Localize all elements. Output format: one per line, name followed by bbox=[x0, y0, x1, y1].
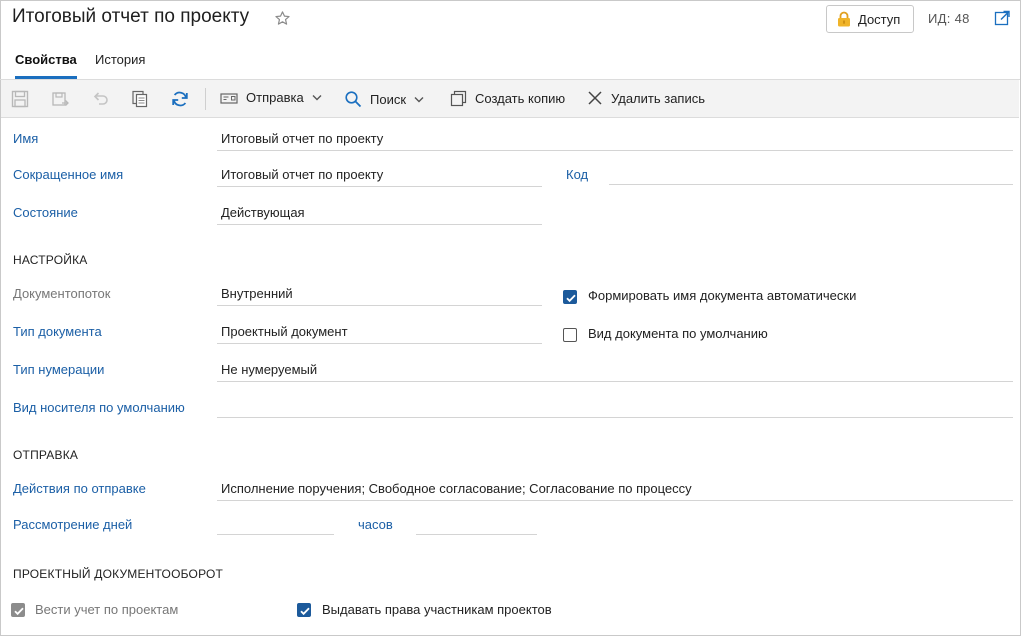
check-icon bbox=[566, 294, 576, 303]
tab-history[interactable]: История bbox=[95, 52, 145, 76]
star-icon[interactable] bbox=[274, 10, 291, 27]
search-menu-label: Поиск bbox=[370, 91, 407, 107]
default-kind-checkbox[interactable] bbox=[563, 328, 577, 342]
review-days-label: Рассмотрение дней bbox=[13, 517, 133, 532]
access-button-label: Доступ bbox=[858, 11, 901, 27]
auto-name-label: Формировать имя документа автоматически bbox=[588, 288, 857, 303]
grant-rights-checkbox[interactable] bbox=[297, 603, 311, 617]
access-button[interactable]: Доступ bbox=[826, 5, 914, 33]
tab-bar: Свойства История bbox=[0, 46, 1020, 80]
undo-icon[interactable] bbox=[90, 89, 110, 109]
create-copy-label: Создать копию bbox=[475, 91, 566, 106]
flow-field[interactable]: Внутренний bbox=[217, 286, 542, 306]
record-id: ИД: 48 bbox=[928, 11, 970, 26]
flow-label: Документопоток bbox=[13, 286, 111, 301]
actions-label: Действия по отправке bbox=[13, 481, 146, 496]
short-name-label: Сокращенное имя bbox=[13, 167, 124, 182]
numbering-field[interactable]: Не нумеруемый bbox=[217, 362, 1013, 382]
send-icon bbox=[220, 92, 238, 104]
default-kind-label: Вид документа по умолчанию bbox=[588, 326, 768, 341]
state-field[interactable]: Действующая bbox=[217, 205, 542, 225]
copy-icon[interactable] bbox=[130, 89, 150, 109]
actions-field[interactable]: Исполнение поручения; Свободное согласов… bbox=[217, 481, 1013, 501]
save-and-close-icon[interactable] bbox=[50, 89, 70, 109]
close-icon bbox=[588, 91, 602, 105]
create-copy-button[interactable]: Создать копию bbox=[450, 90, 565, 107]
hours-label: часов bbox=[358, 517, 393, 532]
chevron-down-icon bbox=[312, 95, 322, 101]
duplicate-icon bbox=[450, 90, 467, 107]
lock-icon bbox=[838, 11, 850, 27]
sending-heading: ОТПРАВКА bbox=[13, 448, 79, 462]
medium-label: Вид носителя по умолчанию bbox=[13, 400, 185, 415]
track-projects-label: Вести учет по проектам bbox=[35, 602, 179, 617]
check-icon bbox=[14, 607, 24, 616]
name-field[interactable]: Итоговый отчет по проекту bbox=[217, 131, 1013, 151]
check-icon bbox=[300, 607, 310, 616]
auto-name-checkbox[interactable] bbox=[563, 290, 577, 304]
search-menu-button[interactable]: Поиск bbox=[344, 90, 424, 108]
page-title: Итоговый отчет по проекту bbox=[12, 6, 250, 27]
review-days-field[interactable] bbox=[217, 515, 334, 535]
grant-rights-label: Выдавать права участникам проектов bbox=[322, 602, 552, 617]
numbering-label: Тип нумерации bbox=[13, 362, 105, 377]
short-name-field[interactable]: Итоговый отчет по проекту bbox=[217, 167, 542, 187]
project-flow-heading: ПРОЕКТНЫЙ ДОКУМЕНТООБОРОТ bbox=[13, 567, 224, 581]
code-field[interactable] bbox=[609, 165, 1013, 185]
hours-field[interactable] bbox=[416, 515, 537, 535]
doc-type-field[interactable]: Проектный документ bbox=[217, 324, 542, 344]
open-external-icon[interactable] bbox=[994, 10, 1010, 26]
track-projects-checkbox[interactable] bbox=[11, 603, 25, 617]
delete-record-button[interactable]: Удалить запись bbox=[587, 90, 705, 106]
chevron-down-icon bbox=[414, 96, 424, 102]
send-menu-button[interactable]: Отправка bbox=[220, 90, 322, 105]
settings-heading: НАСТРОЙКА bbox=[13, 253, 88, 267]
toolbar: Отправка Поиск Создать копию Удалить зап… bbox=[1, 80, 1019, 118]
medium-field[interactable] bbox=[217, 398, 1013, 418]
doc-type-label: Тип документа bbox=[13, 324, 102, 339]
search-icon bbox=[345, 91, 362, 108]
name-label: Имя bbox=[13, 131, 39, 146]
toolbar-separator bbox=[205, 88, 206, 110]
send-menu-label: Отправка bbox=[246, 90, 304, 105]
tab-properties[interactable]: Свойства bbox=[15, 52, 77, 79]
delete-record-label: Удалить запись bbox=[611, 90, 706, 106]
refresh-icon[interactable] bbox=[170, 89, 190, 109]
code-label: Код bbox=[566, 167, 589, 182]
save-icon[interactable] bbox=[10, 89, 30, 109]
state-label: Состояние bbox=[13, 205, 78, 220]
